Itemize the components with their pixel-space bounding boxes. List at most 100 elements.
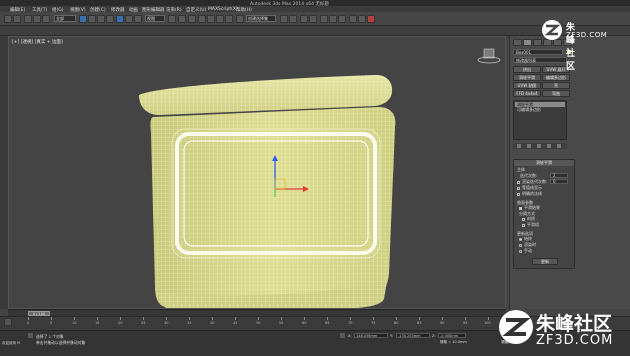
perspective-viewport[interactable]: [+] [透视] [真实 + 边面] bbox=[8, 36, 506, 309]
tick-label: 25 bbox=[141, 321, 146, 325]
watermark-brand-cn-large: 朱峰社区 bbox=[536, 313, 613, 335]
materials-checkbox[interactable] bbox=[522, 218, 525, 221]
update-button[interactable]: 更新 bbox=[532, 258, 558, 265]
schematic-view-icon[interactable] bbox=[329, 14, 337, 23]
update-on-render-radio[interactable] bbox=[519, 244, 522, 247]
materials-label: 材质 bbox=[527, 216, 535, 221]
pivot-center-icon[interactable] bbox=[168, 14, 176, 23]
command-panel: Box001 修改器列表 挤出 UVW 展开 涡轮平滑 编辑多边形 UVW 贴图… bbox=[509, 36, 630, 309]
rollout-title[interactable]: 涡轮平滑 bbox=[514, 160, 574, 166]
update-on-render-label: 渲染时 bbox=[524, 242, 536, 247]
edit-named-selection-icon[interactable] bbox=[236, 14, 244, 23]
window-crossing-icon[interactable] bbox=[106, 14, 114, 23]
reference-coord-dropdown[interactable]: 视图 bbox=[145, 15, 165, 22]
named-selection-dropdown[interactable]: 创建选择集 bbox=[246, 15, 276, 22]
mirror-icon[interactable] bbox=[280, 14, 288, 23]
watermark-brand-url: ZF3D.COM bbox=[566, 31, 608, 39]
y-label: Y: bbox=[390, 333, 393, 338]
percent-snap-icon[interactable] bbox=[216, 14, 224, 23]
isoline-checkbox[interactable] bbox=[517, 187, 520, 190]
render-iters-label: 渲染迭代次数: bbox=[522, 179, 548, 184]
time-slider-thumb[interactable]: 0 / 100 bbox=[28, 310, 50, 316]
tick-label: 65 bbox=[325, 321, 330, 325]
smooth-result-checkbox[interactable] bbox=[519, 207, 522, 210]
rectangle-selection-icon[interactable] bbox=[97, 14, 105, 23]
modifier-button-7[interactable]: FFD 4x4x4 bbox=[513, 90, 541, 97]
select-object-icon[interactable] bbox=[79, 14, 87, 23]
layer-manager-icon[interactable] bbox=[309, 14, 317, 23]
update-always-radio[interactable] bbox=[519, 238, 522, 241]
curve-editor-icon[interactable] bbox=[320, 14, 328, 23]
show-end-result-icon[interactable] bbox=[527, 144, 531, 148]
select-and-move-icon[interactable] bbox=[116, 14, 124, 23]
modifier-button-3[interactable]: 涡轮平滑 bbox=[513, 74, 541, 81]
keyboard-shortcut-icon[interactable] bbox=[188, 14, 196, 23]
z-coordinate-field[interactable]: -0.000mm bbox=[438, 333, 466, 338]
modifier-button-5[interactable]: UVW 贴图 bbox=[513, 82, 541, 89]
tick-label: 20 bbox=[118, 321, 123, 325]
tick-label: 35 bbox=[187, 321, 192, 325]
select-and-rotate-icon[interactable] bbox=[125, 14, 133, 23]
link-icon[interactable] bbox=[24, 14, 32, 23]
update-manual-radio[interactable] bbox=[519, 250, 522, 253]
tick-label: 60 bbox=[302, 321, 307, 325]
explicit-normals-checkbox[interactable] bbox=[517, 193, 520, 196]
tick-label: 90 bbox=[440, 321, 445, 325]
track-ticks: 0 5 10 15 20 25 30 35 40 45 50 55 60 65 … bbox=[27, 317, 498, 331]
modifier-button-4[interactable]: 编辑多边形 bbox=[542, 74, 570, 81]
curve-editor-mini-icon[interactable] bbox=[4, 318, 12, 326]
x-coordinate-field[interactable]: 148.036mm bbox=[354, 333, 388, 338]
selection-filter-dropdown[interactable]: 全部 bbox=[54, 15, 76, 22]
tick-label: 30 bbox=[164, 321, 169, 325]
modify-tab-icon[interactable] bbox=[523, 39, 532, 46]
pin-stack-icon[interactable] bbox=[517, 144, 521, 148]
iterations-label: 迭代次数: bbox=[520, 173, 538, 178]
undo-icon[interactable] bbox=[4, 14, 12, 23]
y-coordinate-field[interactable]: -135.253mm bbox=[396, 333, 430, 338]
remove-modifier-icon[interactable] bbox=[547, 144, 551, 148]
tick-label: 75 bbox=[371, 321, 376, 325]
material-editor-icon[interactable] bbox=[338, 14, 346, 23]
render-iters-spinner[interactable]: 0 bbox=[550, 179, 568, 184]
align-icon[interactable] bbox=[289, 14, 297, 23]
bottom-right-watermark: 朱峰社区 ZF3D.COM bbox=[496, 305, 630, 355]
lock-selection-icon[interactable] bbox=[28, 333, 33, 338]
iterations-spinner[interactable]: 2 bbox=[550, 173, 568, 178]
select-by-name-icon[interactable] bbox=[88, 14, 96, 23]
bind-space-warp-icon[interactable] bbox=[42, 14, 50, 23]
spinner-snap-icon[interactable] bbox=[225, 14, 233, 23]
object-name-field[interactable]: Box001 bbox=[513, 49, 563, 55]
modifier-list-dropdown[interactable]: 修改器列表 bbox=[513, 57, 567, 63]
select-and-scale-icon[interactable] bbox=[134, 14, 142, 23]
unlink-icon[interactable] bbox=[33, 14, 41, 23]
rendered-frame-window-icon[interactable] bbox=[358, 14, 366, 23]
make-unique-icon[interactable] bbox=[537, 144, 541, 148]
scene-explorer-icon[interactable] bbox=[300, 14, 308, 23]
smooth-result-label: 平滑结果 bbox=[524, 205, 540, 210]
configure-sets-icon[interactable] bbox=[557, 144, 561, 148]
viewcube-icon bbox=[477, 48, 501, 64]
angle-snap-icon[interactable] bbox=[207, 14, 215, 23]
viewport-canvas bbox=[139, 48, 501, 308]
modifier-stack-list[interactable]: 涡轮平滑 可编辑多边形 bbox=[513, 100, 567, 140]
create-tab-icon[interactable] bbox=[513, 39, 522, 46]
snap-toggle-icon[interactable] bbox=[198, 14, 206, 23]
watermark-logo-large-icon bbox=[499, 310, 533, 344]
stack-item-editable-poly[interactable]: 可编辑多边形 bbox=[517, 108, 541, 112]
tick-label: 70 bbox=[348, 321, 353, 325]
x-label: X: bbox=[348, 333, 352, 338]
main-group-label: 主体 bbox=[517, 167, 525, 172]
absolute-mode-icon[interactable] bbox=[340, 333, 345, 338]
render-production-icon[interactable] bbox=[367, 14, 375, 23]
render-setup-icon[interactable] bbox=[349, 14, 357, 23]
tick-label: 55 bbox=[279, 321, 284, 325]
modifier-button-8[interactable]: 弯曲 bbox=[542, 90, 570, 97]
redo-icon[interactable] bbox=[13, 14, 21, 23]
smoothing-groups-checkbox[interactable] bbox=[522, 224, 525, 227]
select-manipulate-icon[interactable] bbox=[178, 14, 186, 23]
modifier-button-6[interactable]: 壳 bbox=[542, 82, 570, 89]
modifier-button-1[interactable]: 挤出 bbox=[513, 66, 541, 73]
update-always-label: 始终 bbox=[524, 236, 532, 241]
update-manual-label: 手动 bbox=[524, 248, 532, 253]
render-iters-checkbox[interactable] bbox=[517, 181, 520, 184]
